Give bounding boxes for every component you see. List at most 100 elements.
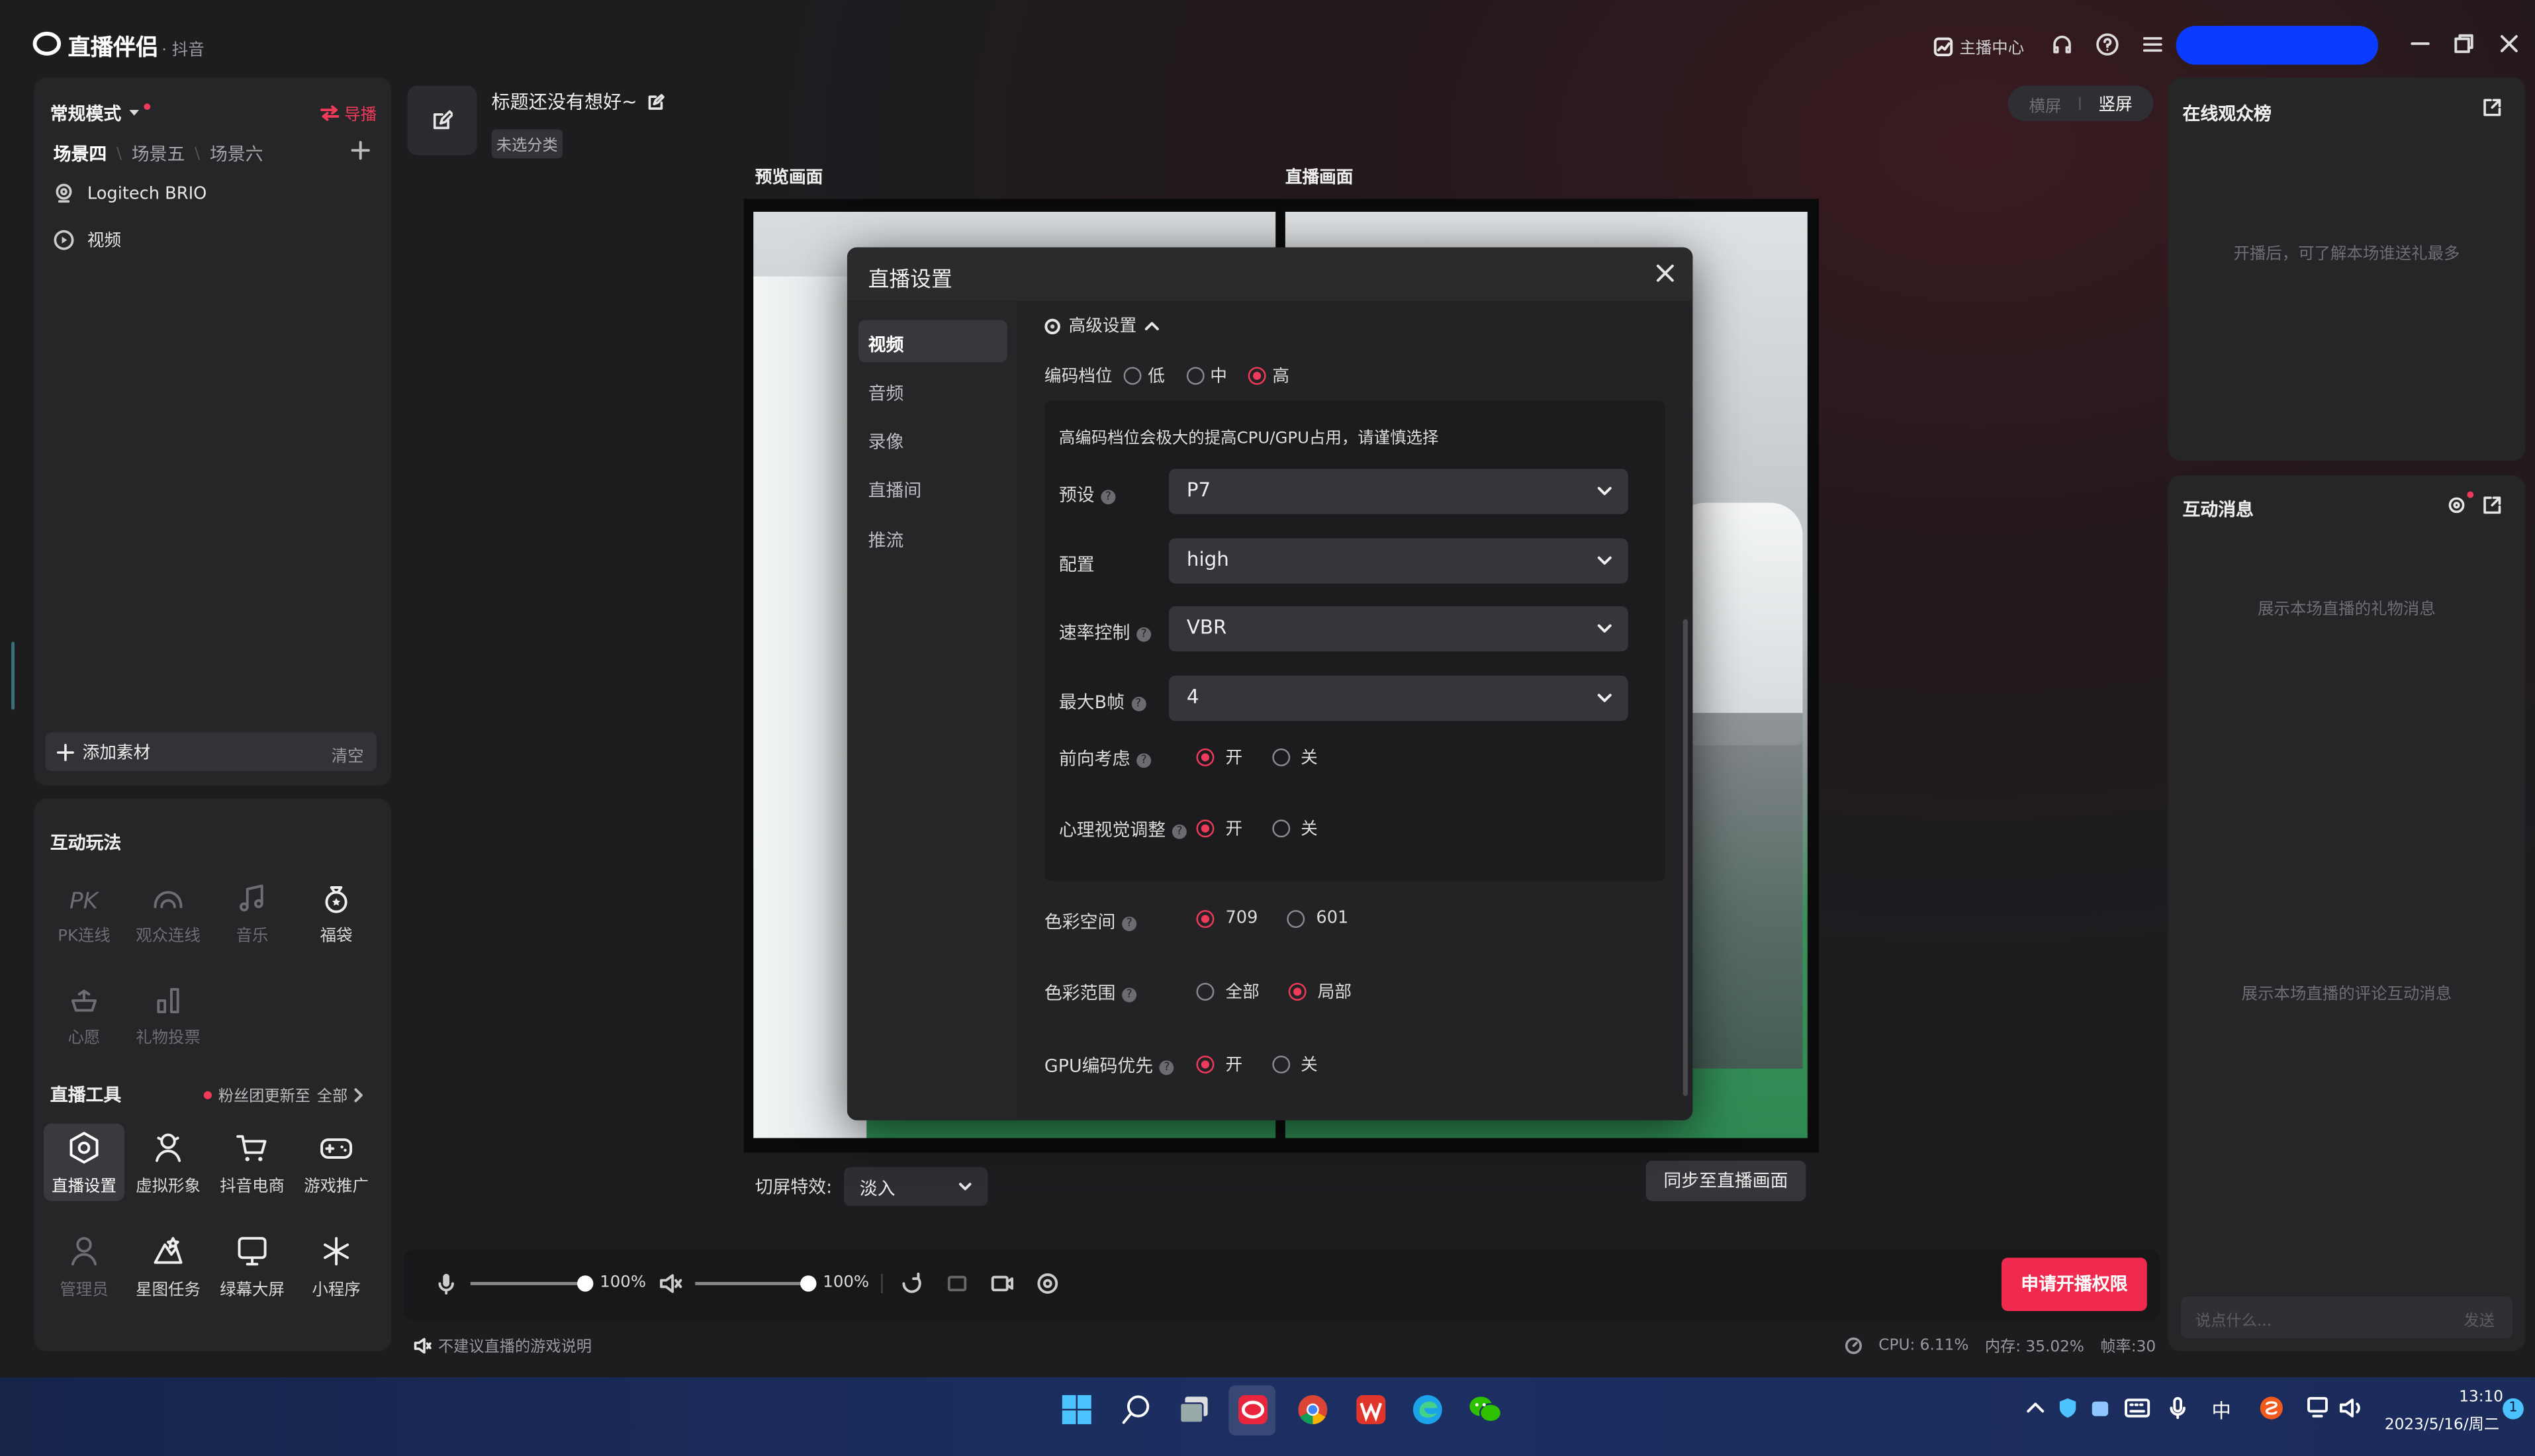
profile-select[interactable]: high bbox=[1168, 538, 1628, 584]
rate-control-select[interactable]: VBR bbox=[1168, 606, 1628, 652]
search-icon[interactable] bbox=[1121, 1394, 1153, 1426]
ecommerce-button[interactable]: 抖音电商 bbox=[213, 1130, 291, 1197]
speaker-volume-slider[interactable] bbox=[695, 1281, 812, 1285]
scene-tab-5[interactable]: 场景五 bbox=[132, 141, 185, 167]
comment-input[interactable]: 说点什么... 发送 bbox=[2181, 1296, 2512, 1339]
ime-indicator[interactable]: 中 bbox=[2211, 1396, 2231, 1424]
psycho-off-radio[interactable]: 关 bbox=[1271, 817, 1318, 841]
sync-to-live-button[interactable]: 同步至直播画面 bbox=[1645, 1160, 1806, 1201]
nav-streaming[interactable]: 推流 bbox=[868, 527, 904, 553]
transition-select[interactable]: 淡入 bbox=[843, 1167, 988, 1206]
dialog-scrollbar[interactable] bbox=[1682, 619, 1688, 1097]
psycho-on-radio[interactable]: 开 bbox=[1196, 817, 1242, 841]
task-view-icon[interactable] bbox=[1179, 1394, 1211, 1426]
music-button[interactable]: 音乐 bbox=[213, 883, 291, 946]
landscape-option[interactable]: 横屏 bbox=[2029, 92, 2061, 116]
edit-title-icon[interactable] bbox=[647, 93, 665, 111]
nav-recording[interactable]: 录像 bbox=[868, 428, 904, 454]
clock-date[interactable]: 2023/5/16/周二 bbox=[2385, 1411, 2499, 1434]
switch-director-button[interactable]: 导播 bbox=[320, 100, 377, 124]
range-partial-radio[interactable]: 局部 bbox=[1288, 979, 1352, 1004]
sogou-icon[interactable] bbox=[2258, 1395, 2284, 1421]
help-icon[interactable]: ? bbox=[1101, 488, 1116, 504]
category-tag[interactable]: 未选分类 bbox=[491, 129, 563, 159]
live-companion-taskbar-icon[interactable] bbox=[1237, 1394, 1269, 1426]
encode-high-radio[interactable]: 高 bbox=[1248, 364, 1289, 388]
range-full-radio[interactable]: 全部 bbox=[1196, 979, 1260, 1004]
popout-icon[interactable] bbox=[2483, 99, 2501, 116]
anchor-center-link[interactable]: 主播中心 bbox=[1933, 34, 2024, 58]
tray-app-icon[interactable] bbox=[2089, 1396, 2111, 1419]
shield-icon[interactable] bbox=[2056, 1396, 2079, 1419]
nav-live-room[interactable]: 直播间 bbox=[868, 477, 922, 503]
minimize-icon[interactable] bbox=[2409, 32, 2431, 55]
admin-button[interactable]: 管理员 bbox=[45, 1234, 122, 1300]
pk-connect-button[interactable]: PK PK连线 bbox=[45, 883, 122, 946]
clock-time[interactable]: 13:10 bbox=[2459, 1388, 2503, 1406]
volume-icon[interactable] bbox=[2339, 1396, 2365, 1419]
stream-title-row[interactable]: 标题还没有想好~ bbox=[492, 89, 665, 114]
popout-icon[interactable] bbox=[2483, 496, 2501, 514]
nav-video[interactable]: 视频 bbox=[868, 332, 904, 357]
dialog-close-icon[interactable] bbox=[1655, 263, 1675, 283]
colorspace-709-radio[interactable]: 709 bbox=[1196, 909, 1258, 928]
help-icon[interactable] bbox=[2096, 32, 2120, 57]
help-icon[interactable]: ? bbox=[1172, 823, 1187, 839]
green-screen-button[interactable]: 绿幕大屏 bbox=[213, 1234, 291, 1300]
keyboard-icon[interactable] bbox=[2125, 1398, 2150, 1418]
mini-program-button[interactable]: 小程序 bbox=[297, 1234, 375, 1300]
source-item-camera[interactable]: Logitech BRIO bbox=[54, 183, 207, 204]
mic-volume-thumb[interactable] bbox=[577, 1275, 594, 1292]
help-icon[interactable]: ? bbox=[1130, 696, 1146, 711]
help-icon[interactable]: ? bbox=[1136, 626, 1152, 641]
help-icon[interactable]: ? bbox=[1122, 987, 1137, 1002]
wechat-icon[interactable] bbox=[1468, 1394, 1504, 1426]
audience-connect-button[interactable]: 观众连线 bbox=[129, 883, 207, 946]
scene-tab-4[interactable]: 场景四 bbox=[54, 141, 107, 167]
max-bframe-select[interactable]: 4 bbox=[1168, 676, 1628, 721]
portrait-option[interactable]: 竖屏 bbox=[2098, 92, 2132, 116]
lucky-bag-button[interactable]: 福袋 bbox=[297, 883, 375, 946]
windows-start-icon[interactable] bbox=[1060, 1394, 1093, 1426]
headset-icon[interactable] bbox=[2050, 32, 2074, 57]
preset-select[interactable]: P7 bbox=[1168, 469, 1628, 514]
user-account-badge[interactable] bbox=[2176, 26, 2379, 65]
wps-icon[interactable] bbox=[1355, 1394, 1387, 1426]
speaker-icon[interactable] bbox=[660, 1274, 682, 1293]
settings-icon[interactable] bbox=[2448, 496, 2466, 514]
encode-low-radio[interactable]: 低 bbox=[1123, 364, 1165, 388]
restore-icon[interactable] bbox=[2452, 32, 2475, 55]
notification-badge[interactable]: 1 bbox=[2503, 1398, 2524, 1420]
chrome-icon[interactable] bbox=[1297, 1394, 1329, 1426]
rotate-icon[interactable] bbox=[901, 1272, 923, 1295]
scene-tab-6[interactable]: 场景六 bbox=[210, 141, 263, 167]
help-icon[interactable]: ? bbox=[1159, 1060, 1174, 1075]
help-icon[interactable]: ? bbox=[1122, 915, 1137, 931]
mic-icon[interactable] bbox=[437, 1272, 456, 1295]
add-scene-icon[interactable] bbox=[351, 140, 370, 160]
video-camera-icon[interactable] bbox=[991, 1272, 1014, 1295]
star-task-button[interactable]: 星图任务 bbox=[129, 1234, 207, 1300]
lookahead-off-radio[interactable]: 关 bbox=[1271, 745, 1318, 770]
mic-volume-slider[interactable] bbox=[470, 1281, 587, 1285]
colorspace-601-radio[interactable]: 601 bbox=[1287, 909, 1348, 928]
gpu-off-radio[interactable]: 关 bbox=[1271, 1052, 1318, 1077]
encode-mid-radio[interactable]: 中 bbox=[1185, 364, 1227, 388]
close-icon[interactable] bbox=[2498, 32, 2520, 55]
edit-cover-button[interactable] bbox=[407, 85, 477, 156]
game-notice-link[interactable]: 不建议直播的游戏说明 bbox=[414, 1334, 592, 1356]
lookahead-on-radio[interactable]: 开 bbox=[1196, 745, 1242, 770]
network-icon[interactable] bbox=[2307, 1396, 2333, 1419]
game-promo-button[interactable]: 游戏推广 bbox=[297, 1130, 375, 1197]
help-icon[interactable]: ? bbox=[1136, 752, 1152, 768]
tray-chevron-up-icon[interactable] bbox=[2026, 1400, 2045, 1416]
send-button[interactable]: 发送 bbox=[2464, 1308, 2495, 1330]
apply-live-permission-button[interactable]: 申请开播权限 bbox=[2001, 1257, 2147, 1311]
edge-icon[interactable] bbox=[1411, 1394, 1444, 1426]
wish-button[interactable]: 心愿 bbox=[45, 985, 122, 1048]
gpu-on-radio[interactable]: 开 bbox=[1196, 1052, 1242, 1077]
advanced-settings-toggle[interactable]: 高级设置 bbox=[1044, 314, 1159, 338]
fan-update-notice[interactable]: 粉丝团更新至 全部 bbox=[203, 1083, 364, 1106]
source-item-video[interactable]: 视频 bbox=[54, 228, 121, 252]
screen-record-icon[interactable] bbox=[946, 1272, 968, 1295]
